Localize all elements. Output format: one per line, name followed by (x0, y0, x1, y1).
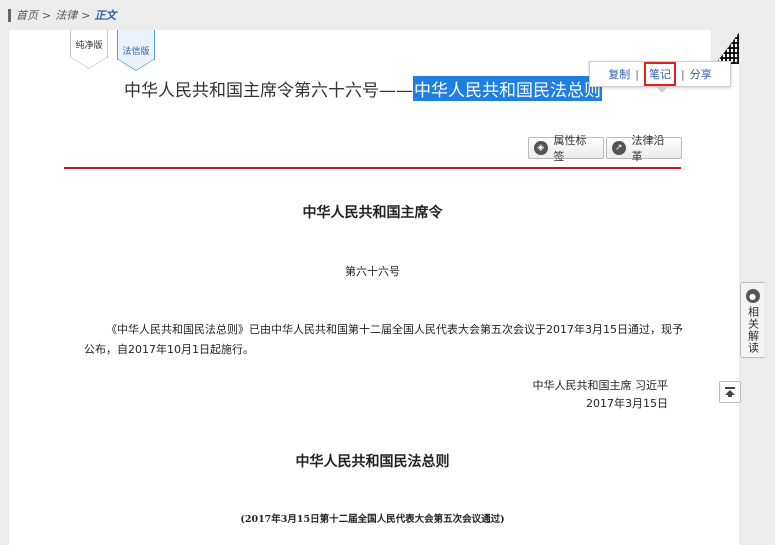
back-to-top-icon (725, 387, 735, 397)
signature-block: 中华人民共和国主席 习近平 2017年3月15日 (533, 377, 669, 413)
menu-separator: | (635, 67, 639, 81)
breadcrumb: 首页 > 法律 > 正文 (8, 6, 116, 24)
breadcrumb-law[interactable]: 法律 (55, 7, 77, 23)
breadcrumb-home[interactable]: 首页 (16, 7, 38, 23)
share-button[interactable]: 分享 (690, 66, 712, 82)
trend-icon: ↗ (612, 141, 626, 155)
back-to-top-button[interactable] (719, 381, 741, 403)
title-selected-text[interactable]: 中华人民共和国民法总则 (413, 76, 602, 101)
history-label: 法律沿革 (631, 134, 665, 163)
passed-note: (2017年3月15日第十二届全国人民代表大会第五次会议通过) (240, 514, 505, 525)
page-title: 中华人民共和国主席令第六十六号—— 中华人民共和国民法总则 (124, 76, 602, 101)
side-panel-label: 相关解读 (746, 306, 760, 354)
related-interpretation-tab[interactable]: ● 相关解读 (740, 282, 764, 358)
attributes-button[interactable]: ◈ 属性标签 (528, 134, 604, 163)
sign-date: 2017年3月15日 (586, 397, 668, 410)
breadcrumb-separator: > (81, 8, 91, 22)
tab-pure-version[interactable]: 纯净版 (70, 30, 108, 69)
law-history-button[interactable]: ↗ 法律沿革 (606, 134, 682, 163)
menu-separator: | (681, 67, 685, 81)
order-body: 《中华人民共和国民法总则》已由中华人民共和国第十二届全国人民代表大会第五次会议于… (84, 323, 683, 356)
copy-button[interactable]: 复制 (608, 66, 630, 82)
tab-pure-label: 纯净版 (75, 41, 103, 51)
note-button[interactable]: 笔记 (644, 62, 676, 86)
signer: 中华人民共和国主席 习近平 (532, 379, 669, 392)
breadcrumb-bar (8, 8, 11, 22)
law-title: 中华人民共和国民法总则 (295, 454, 450, 470)
breadcrumb-current: 正文 (94, 9, 117, 22)
attributes-label: 属性标签 (553, 134, 587, 163)
tab-faxin-version[interactable]: 法信版 (117, 30, 155, 71)
tab-faxin-label: 法信版 (122, 47, 150, 57)
tag-icon: ◈ (534, 141, 548, 155)
order-number: 第六十六号 (345, 265, 400, 278)
selection-context-menu: 复制 | 笔记 | 分享 (589, 61, 731, 93)
breadcrumb-separator: > (42, 8, 52, 22)
comment-icon: ● (745, 289, 760, 303)
title-divider (64, 167, 681, 169)
order-heading: 中华人民共和国主席令 (302, 205, 443, 221)
title-prefix: 中华人民共和国主席令第六十六号—— (124, 81, 413, 101)
